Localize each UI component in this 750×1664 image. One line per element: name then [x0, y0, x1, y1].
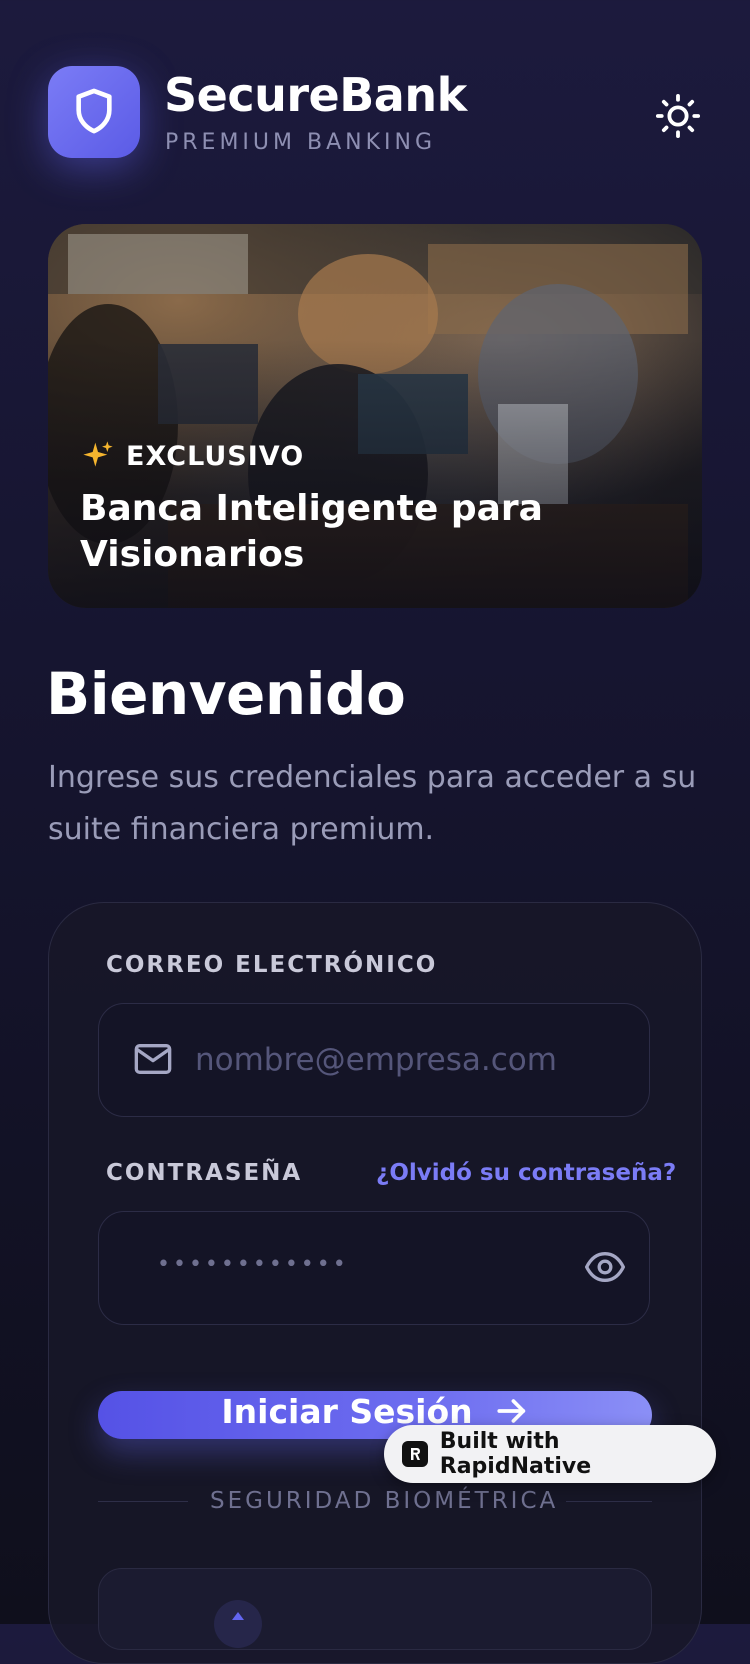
- divider-line-right: [566, 1501, 652, 1502]
- hero-banner: EXCLUSIVO Banca Inteligente para Visiona…: [48, 224, 702, 608]
- arrow-right-icon: [497, 1399, 525, 1423]
- email-label: CORREO ELECTRÓNICO: [106, 952, 438, 978]
- fingerprint-icon: [214, 1600, 262, 1648]
- page-subtitle: Ingrese sus credenciales para acceder a …: [48, 760, 697, 847]
- built-with-label: Built with RapidNative: [439, 1429, 592, 1479]
- forgot-password-link[interactable]: ¿Olvidó su contraseña?: [376, 1160, 676, 1186]
- biometric-button[interactable]: [98, 1568, 652, 1650]
- email-placeholder: nombre@empresa.com: [195, 1042, 557, 1078]
- brand-subtitle: PREMIUM BANKING: [165, 130, 437, 155]
- password-value: ••••••••••••: [157, 1252, 349, 1277]
- divider-line-left: [98, 1501, 188, 1502]
- app-logo: [48, 66, 140, 158]
- hero-tag-label: EXCLUSIVO: [126, 440, 305, 472]
- mail-icon: [134, 1044, 172, 1074]
- password-field[interactable]: ••••••••••••: [98, 1211, 650, 1325]
- brand-name: SecureBank: [164, 68, 467, 122]
- built-with-badge[interactable]: Built with RapidNative: [384, 1425, 716, 1483]
- sparkles-icon: [83, 441, 113, 467]
- email-field[interactable]: nombre@empresa.com: [98, 1003, 650, 1117]
- shield-icon: [76, 88, 112, 134]
- rapidnative-logo-icon: [402, 1441, 428, 1467]
- sun-icon: [655, 93, 701, 139]
- theme-toggle-button[interactable]: [650, 88, 706, 144]
- hero-title: Banca Inteligente para Visionarios: [80, 488, 543, 575]
- page-title: Bienvenido: [46, 660, 406, 728]
- hero-tag: EXCLUSIVO: [82, 440, 304, 472]
- eye-icon[interactable]: [585, 1250, 625, 1284]
- password-label: CONTRASEÑA: [106, 1160, 303, 1186]
- biometric-divider-label: SEGURIDAD BIOMÉTRICA: [210, 1488, 559, 1514]
